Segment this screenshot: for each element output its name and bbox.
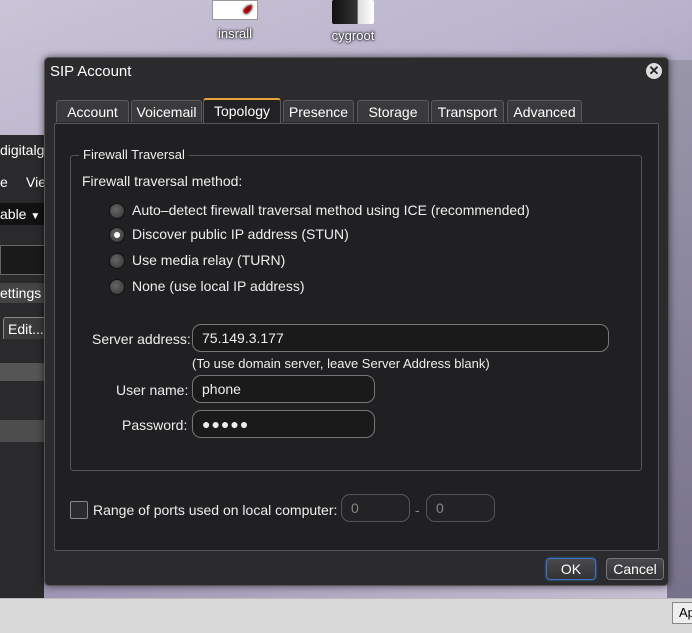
book-icon <box>332 0 374 24</box>
dialog-title: SIP Account <box>50 63 132 80</box>
sip-account-dialog: SIP Account ✕ Account Voicemail Topology… <box>44 57 669 586</box>
port-to-field[interactable]: 0 <box>426 494 495 522</box>
background-field <box>0 245 46 275</box>
tab-storage[interactable]: Storage <box>357 100 429 122</box>
desktop-icon-label: insrall <box>218 26 252 41</box>
background-app-window: digitalgl e Vie able ▼ ettings Edit... <box>0 135 46 632</box>
radio-ice-label[interactable]: Auto–detect firewall traversal method us… <box>132 202 530 218</box>
background-item: ettings <box>0 283 44 303</box>
port-separator: - <box>415 502 420 518</box>
cancel-button[interactable]: Cancel <box>606 558 664 580</box>
background-apply-button: Ap <box>672 602 692 624</box>
radio-ice[interactable] <box>109 203 125 219</box>
port-range-label[interactable]: Range of ports used on local computer: <box>93 502 337 518</box>
tab-advanced[interactable]: Advanced <box>507 100 582 122</box>
password-label: Password: <box>122 417 188 433</box>
tab-transport[interactable]: Transport <box>431 100 504 122</box>
background-button: Edit... <box>0 317 44 339</box>
close-icon[interactable]: ✕ <box>646 63 662 79</box>
tab-account[interactable]: Account <box>56 100 129 122</box>
topology-panel: Firewall Traversal Firewall traversal me… <box>54 123 659 551</box>
server-hint: (To use domain server, leave Server Addr… <box>192 356 490 371</box>
tab-voicemail[interactable]: Voicemail <box>131 100 202 122</box>
tab-presence[interactable]: Presence <box>283 100 354 122</box>
radio-none-label[interactable]: None (use local IP address) <box>132 278 305 294</box>
tab-topology[interactable]: Topology <box>203 98 281 124</box>
radio-turn[interactable] <box>109 253 125 269</box>
background-bar <box>0 420 44 442</box>
radio-stun-label[interactable]: Discover public IP address (STUN) <box>132 226 349 242</box>
desktop-background <box>667 60 692 632</box>
desktop-icon-label: cygroot <box>331 28 375 43</box>
radio-none[interactable] <box>109 279 125 295</box>
desktop-icon-cygroot[interactable]: cygroot <box>320 0 386 43</box>
pdf-file-icon: ✐ <box>212 0 258 20</box>
username-label: User name: <box>116 382 189 398</box>
server-address-field[interactable]: 75.149.3.177 <box>192 324 609 352</box>
background-dropdown: able ▼ <box>0 203 44 225</box>
port-from-field[interactable]: 0 <box>341 494 410 522</box>
group-title: Firewall Traversal <box>79 147 189 162</box>
background-taskbar <box>0 598 692 633</box>
method-label: Firewall traversal method: <box>82 173 243 189</box>
background-menu-item: Vie <box>26 174 44 190</box>
port-range-checkbox[interactable] <box>70 501 88 519</box>
desktop-icon-insrall[interactable]: ✐ insrall <box>205 0 265 41</box>
server-address-label: Server address: <box>92 331 191 347</box>
password-field[interactable]: ●●●●● <box>192 410 375 438</box>
username-field[interactable]: phone <box>192 375 375 403</box>
background-bar <box>0 363 44 381</box>
radio-stun[interactable] <box>109 227 125 243</box>
radio-turn-label[interactable]: Use media relay (TURN) <box>132 252 285 268</box>
ok-button[interactable]: OK <box>546 558 596 580</box>
firewall-traversal-group: Firewall Traversal Firewall traversal me… <box>70 147 642 471</box>
background-app-title: digitalgl <box>0 142 44 158</box>
